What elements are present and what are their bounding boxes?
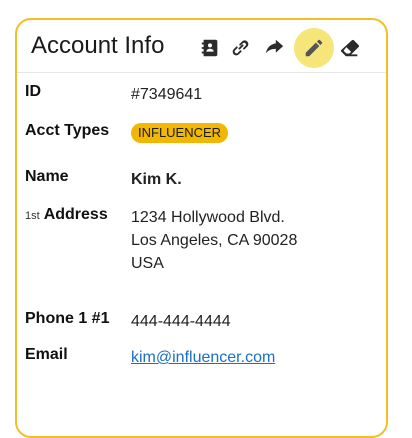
email-link[interactable]: kim@influencer.com <box>131 346 275 369</box>
id-label: ID <box>25 83 41 100</box>
eraser-icon <box>340 39 360 57</box>
card-header: Account Info <box>17 20 386 73</box>
link-icon <box>232 40 249 56</box>
name-label: Name <box>25 168 69 185</box>
address-value: 1234 Hollywood Blvd. Los Angeles, CA 900… <box>131 206 297 275</box>
contact-book-icon <box>201 39 218 57</box>
edit-button[interactable] <box>294 28 334 68</box>
account-info-card: Account Info ID #7349641 Acct Types INFL… <box>15 18 388 438</box>
address-label: 1st Address <box>25 206 135 224</box>
forward-button[interactable] <box>254 28 294 68</box>
acct-types-value: INFLUENCER <box>131 121 229 144</box>
address-prefix: 1st <box>25 210 40 222</box>
card-title: Account Info <box>31 32 165 59</box>
address-label-text: Address <box>43 206 108 223</box>
phone-label: Phone 1 #1 <box>25 310 110 327</box>
phone-value: 444-444-4444 <box>131 313 231 330</box>
address-line3: USA <box>131 255 164 272</box>
forward-icon <box>265 39 284 54</box>
address-line1: 1234 Hollywood Blvd. <box>131 209 285 226</box>
erase-button[interactable] <box>330 28 370 68</box>
name-value: Kim K. <box>131 171 182 188</box>
address-line2: Los Angeles, CA 90028 <box>131 232 298 249</box>
email-label: Email <box>25 346 68 363</box>
pencil-icon <box>305 39 323 57</box>
toolbar <box>190 28 380 68</box>
influencer-badge: INFLUENCER <box>131 123 229 143</box>
acct-types-label: Acct Types <box>25 122 110 139</box>
id-value: #7349641 <box>131 86 203 103</box>
